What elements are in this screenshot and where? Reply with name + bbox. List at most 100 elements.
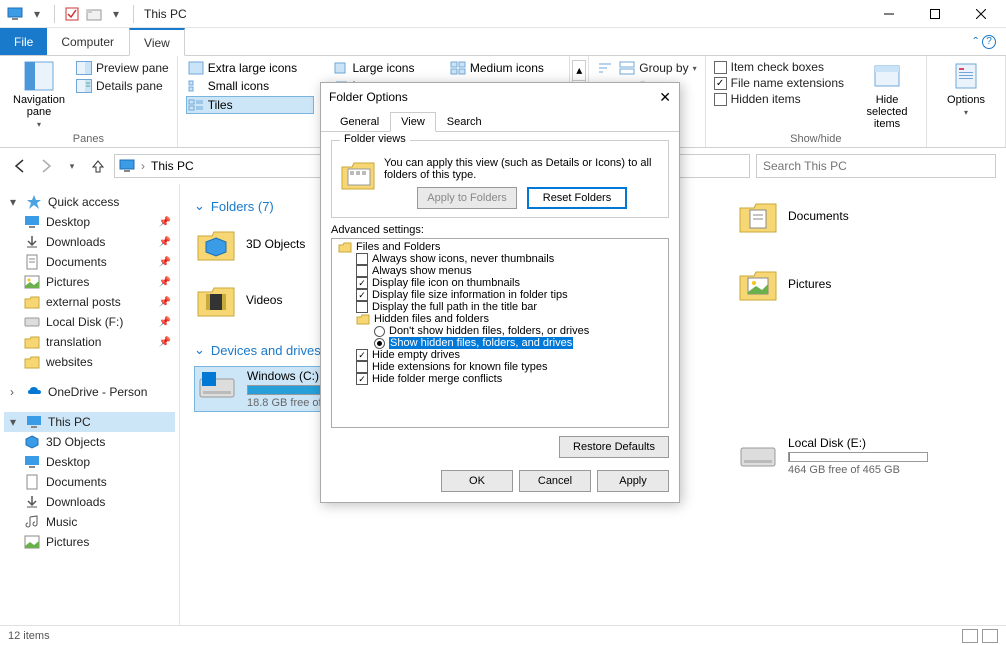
tree-display-file-icon[interactable]: Display file icon on thumbnails <box>334 277 666 289</box>
qat-dropdown-icon[interactable]: ▾ <box>28 5 46 23</box>
search-input[interactable] <box>763 159 989 173</box>
ok-button[interactable]: OK <box>441 470 513 492</box>
tree-display-file-size[interactable]: Display file size information in folder … <box>334 289 666 301</box>
tile-documents[interactable]: Documents <box>736 194 976 238</box>
tile-pictures[interactable]: Pictures <box>736 262 976 306</box>
layout-small[interactable]: Small icons <box>186 78 315 94</box>
ribbon-group-panes: Navigation pane ▾ Preview pane Details p… <box>0 56 178 147</box>
restore-defaults-button[interactable]: Restore Defaults <box>559 436 669 458</box>
properties-icon[interactable] <box>63 5 81 23</box>
tree-display-full-path[interactable]: Display the full path in the title bar <box>334 301 666 313</box>
minimize-button[interactable] <box>866 0 912 28</box>
sidebar-item-pictures2[interactable]: Pictures <box>4 532 175 552</box>
hidden-items-toggle[interactable]: Hidden items <box>714 92 844 106</box>
tree-hide-empty[interactable]: Hide empty drives <box>334 349 666 361</box>
pin-icon: 📌 <box>159 257 171 268</box>
new-folder-icon[interactable] <box>85 5 103 23</box>
sidebar-item-translation[interactable]: translation📌 <box>4 332 175 352</box>
sidebar-item-this-pc[interactable]: ▾This PC <box>4 412 175 432</box>
sidebar-item-desktop[interactable]: Desktop📌 <box>4 212 175 232</box>
tab-computer[interactable]: Computer <box>47 28 129 55</box>
sidebar-item-downloads2[interactable]: Downloads <box>4 492 175 512</box>
sidebar-item-music[interactable]: Music <box>4 512 175 532</box>
apply-button[interactable]: Apply <box>597 470 669 492</box>
sidebar-item-3d-objects[interactable]: 3D Objects <box>4 432 175 452</box>
sidebar-item-local-disk-f[interactable]: Local Disk (F:)📌 <box>4 312 175 332</box>
tree-dont-show-hidden[interactable]: Don't show hidden files, folders, or dri… <box>334 325 666 337</box>
cancel-button[interactable]: Cancel <box>519 470 591 492</box>
navigation-pane-label: Navigation pane <box>8 94 70 118</box>
layout-tiles[interactable]: Tiles <box>186 96 315 114</box>
apply-to-folders-button[interactable]: Apply to Folders <box>417 187 517 209</box>
sort-by-button[interactable] <box>597 60 613 76</box>
tab-file[interactable]: File <box>0 28 47 55</box>
file-name-extensions-toggle[interactable]: File name extensions <box>714 76 844 90</box>
sidebar-quick-access[interactable]: ▾Quick access <box>4 192 175 212</box>
advanced-settings-tree[interactable]: Files and Folders Always show icons, nev… <box>331 238 669 428</box>
reset-folders-button[interactable]: Reset Folders <box>527 187 627 209</box>
sidebar-item-documents[interactable]: Documents📌 <box>4 252 175 272</box>
up-button[interactable] <box>88 156 108 176</box>
sidebar-item-pictures[interactable]: Pictures📌 <box>4 272 175 292</box>
sidebar-item-downloads[interactable]: Downloads📌 <box>4 232 175 252</box>
folder-views-group: Folder views You can apply this view (su… <box>331 140 669 218</box>
layout-scroll-up[interactable]: ▴ <box>573 61 585 80</box>
pin-icon: 📌 <box>159 237 171 248</box>
tree-hide-ext[interactable]: Hide extensions for known file types <box>334 361 666 373</box>
recent-locations-button[interactable]: ▾ <box>62 156 82 176</box>
dialog-title-bar: Folder Options ✕ <box>321 83 679 111</box>
dialog-tabs: General View Search <box>321 111 679 132</box>
tree-hidden-files-folders[interactable]: Hidden files and folders <box>334 313 666 325</box>
item-check-boxes-toggle[interactable]: Item check boxes <box>714 60 844 74</box>
tree-always-menus[interactable]: Always show menus <box>334 265 666 277</box>
layout-large[interactable]: Large icons <box>330 60 431 76</box>
sidebar-item-onedrive[interactable]: ›OneDrive - Person <box>4 382 175 402</box>
pc-icon[interactable] <box>6 5 24 23</box>
quick-access-toolbar: ▾ ▾ <box>2 5 138 23</box>
sidebar-item-external-posts[interactable]: external posts📌 <box>4 292 175 312</box>
details-pane-label: Details pane <box>96 79 163 93</box>
sidebar-item-documents2[interactable]: Documents <box>4 472 175 492</box>
sort-icon <box>597 60 613 76</box>
status-item-count: 12 items <box>8 630 50 642</box>
checkbox-icon <box>714 93 727 106</box>
dialog-tab-search[interactable]: Search <box>436 112 493 132</box>
sidebar-item-desktop2[interactable]: Desktop <box>4 452 175 472</box>
help-icon[interactable]: ? <box>982 35 996 49</box>
navigation-pane-button[interactable]: Navigation pane ▾ <box>8 60 70 129</box>
details-pane-icon <box>76 78 92 94</box>
close-button[interactable] <box>958 0 1004 28</box>
hide-selected-button[interactable]: Hide selected items <box>856 60 918 130</box>
qat-menu-icon[interactable]: ▾ <box>107 5 125 23</box>
view-large-button[interactable] <box>982 629 998 643</box>
forward-button[interactable] <box>36 156 56 176</box>
sidebar-item-websites[interactable]: websites <box>4 352 175 372</box>
back-button[interactable] <box>10 156 30 176</box>
tree-hide-merge[interactable]: Hide folder merge conflicts <box>334 373 666 385</box>
view-details-button[interactable] <box>962 629 978 643</box>
dialog-tab-general[interactable]: General <box>329 112 390 132</box>
extra-large-icon <box>188 60 204 76</box>
dialog-close-button[interactable]: ✕ <box>659 89 671 106</box>
tree-always-icons[interactable]: Always show icons, never thumbnails <box>334 253 666 265</box>
hide-selected-label: Hide selected items <box>856 94 918 130</box>
group-by-button[interactable]: Group by ▾ <box>619 60 696 76</box>
options-button[interactable]: Options ▾ <box>935 60 997 117</box>
layout-medium[interactable]: Medium icons <box>448 60 561 76</box>
tab-view[interactable]: View <box>129 28 185 56</box>
ribbon-help[interactable]: ˆ ? <box>973 28 1006 55</box>
search-box[interactable] <box>756 154 996 178</box>
dialog-tab-view[interactable]: View <box>390 112 436 132</box>
maximize-button[interactable] <box>912 0 958 28</box>
checkbox-icon <box>714 77 727 90</box>
preview-pane-button[interactable]: Preview pane <box>76 60 169 76</box>
title-bar: ▾ ▾ This PC <box>0 0 1006 28</box>
details-pane-button[interactable]: Details pane <box>76 78 169 94</box>
collapse-ribbon-icon[interactable]: ˆ <box>973 34 978 50</box>
tree-show-hidden[interactable]: Show hidden files, folders, and drives <box>334 337 666 349</box>
tile-local-e[interactable]: Local Disk (E:) 464 GB free of 465 GB <box>736 434 976 478</box>
dialog-title: Folder Options <box>329 90 408 104</box>
layout-extra-large[interactable]: Extra large icons <box>186 60 315 76</box>
ribbon-group-options: Options ▾ <box>927 56 1006 147</box>
tree-files-and-folders[interactable]: Files and Folders <box>334 241 666 253</box>
